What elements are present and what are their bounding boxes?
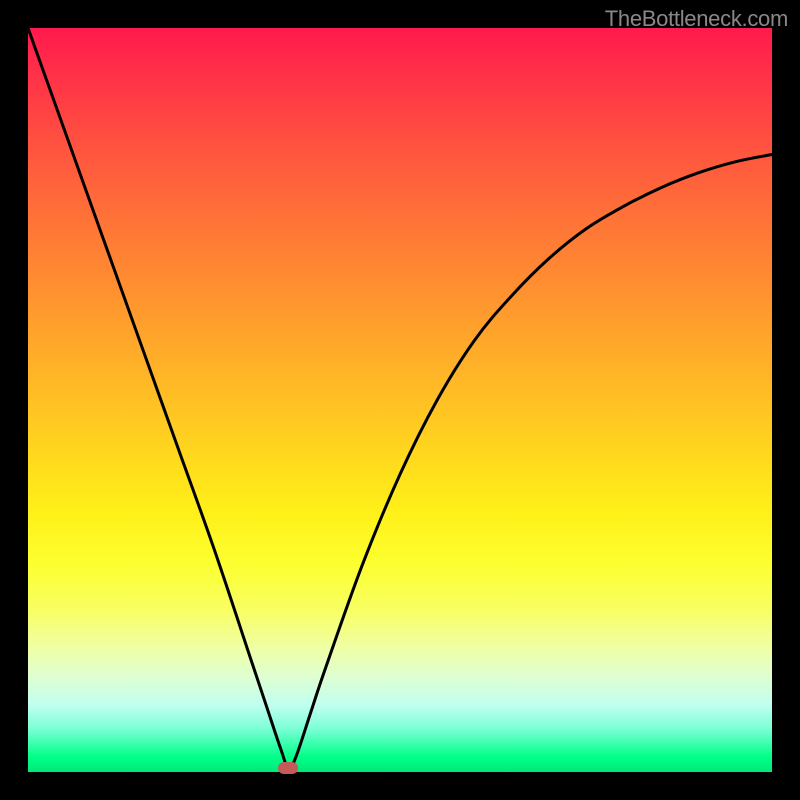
minimum-marker — [278, 762, 298, 774]
chart-plot-area — [28, 28, 772, 772]
bottleneck-curve — [28, 28, 772, 769]
chart-curve-layer — [28, 28, 772, 772]
watermark-text: TheBottleneck.com — [605, 6, 788, 32]
